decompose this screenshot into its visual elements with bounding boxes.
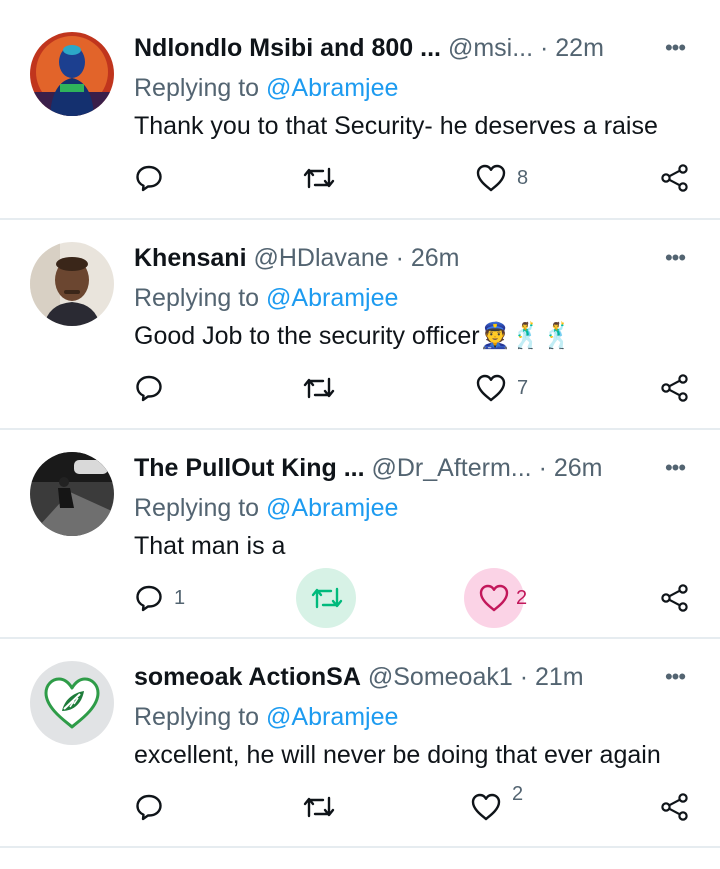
separator-dot: · (512, 663, 535, 691)
like-button[interactable]: 2 (478, 568, 527, 628)
user-handle[interactable]: @HDlavane (253, 244, 388, 272)
retweet-button[interactable] (301, 777, 347, 837)
replies-feed: Ndlondlo Msibi and 800 ... @msi... · 22m… (0, 0, 720, 869)
like-button[interactable]: 8 (475, 148, 528, 208)
action-bar: 7 (0, 358, 720, 418)
share-button[interactable] (660, 777, 690, 837)
avatar[interactable] (30, 661, 114, 745)
replying-to-label: Replying to (134, 284, 260, 312)
divider (0, 846, 720, 848)
tweet-header: Ndlondlo Msibi and 800 ... @msi... · 22m (134, 30, 630, 66)
retweet-icon (303, 167, 335, 189)
reply-tweet[interactable]: someoak ActionSA @Someoak1 · 21m ••• Rep… (0, 629, 720, 839)
reply-icon (136, 585, 162, 612)
heart-icon (476, 164, 506, 192)
separator-dot: · (388, 244, 411, 272)
retweet-button[interactable] (301, 148, 347, 208)
separator-dot: · (531, 454, 554, 482)
replying-to: Replying to @Abramjee (134, 70, 398, 106)
share-icon (661, 374, 688, 402)
reply-tweet[interactable]: Khensani @HDlavane · 26m ••• Replying to… (0, 210, 720, 420)
display-name[interactable]: someoak ActionSA (134, 663, 361, 691)
replying-to: Replying to @Abramjee (134, 490, 398, 526)
avatar[interactable] (30, 32, 114, 116)
like-count: 2 (516, 586, 528, 609)
more-options-icon[interactable]: ••• (660, 30, 690, 66)
replying-to-label: Replying to (134, 703, 260, 731)
timestamp[interactable]: 22m (555, 34, 604, 62)
heart-icon (471, 793, 501, 821)
like-button[interactable]: 7 (475, 358, 528, 418)
retweet-icon (303, 377, 335, 399)
retweet-icon (303, 796, 335, 818)
reply-icon (136, 165, 162, 192)
replying-to-label: Replying to (134, 494, 260, 522)
like-count: 7 (517, 376, 529, 399)
tweet-text: excellent, he will never be doing that e… (134, 741, 661, 769)
action-bar: 8 (0, 148, 720, 208)
like-count: 2 (512, 783, 524, 805)
timestamp[interactable]: 26m (411, 244, 460, 272)
mention-link[interactable]: @Abramjee (266, 703, 398, 731)
tweet-header: The PullOut King ... @Dr_Afterm... · 26m (134, 450, 630, 486)
user-handle[interactable]: @Dr_Afterm... (372, 454, 532, 482)
mention-link[interactable]: @Abramjee (266, 494, 398, 522)
avatar[interactable] (30, 452, 114, 536)
action-bar: 1 2 (0, 568, 720, 628)
tweet-text: Thank you to that Security- he deserves … (134, 112, 658, 140)
retweet-button[interactable] (301, 358, 347, 418)
share-icon (661, 793, 688, 821)
timestamp[interactable]: 21m (535, 663, 584, 691)
reply-tweet[interactable]: Ndlondlo Msibi and 800 ... @msi... · 22m… (0, 0, 720, 210)
reply-tweet[interactable]: The PullOut King ... @Dr_Afterm... · 26m… (0, 420, 720, 630)
share-button[interactable] (660, 568, 690, 628)
reply-icon (136, 375, 162, 402)
replying-to-label: Replying to (134, 74, 260, 102)
reply-button[interactable] (134, 358, 174, 418)
mention-link[interactable]: @Abramjee (266, 284, 398, 312)
tweet-text: That man is a (134, 532, 286, 560)
more-options-icon[interactable]: ••• (660, 240, 690, 276)
share-icon (661, 584, 688, 612)
like-count: 8 (517, 166, 529, 189)
retweet-icon (311, 587, 343, 609)
heart-icon (479, 584, 509, 612)
reply-button[interactable] (134, 148, 174, 208)
timestamp[interactable]: 26m (554, 454, 603, 482)
avatar[interactable] (30, 242, 114, 326)
action-bar: 2 (0, 777, 720, 837)
reply-button[interactable] (134, 777, 174, 837)
display-name[interactable]: The PullOut King ... (134, 454, 365, 482)
replying-to: Replying to @Abramjee (134, 280, 398, 316)
tweet-header: someoak ActionSA @Someoak1 · 21m (134, 659, 630, 695)
share-icon (661, 164, 688, 192)
tweet-text: Good Job to the security officer👮🕺🕺 (134, 322, 573, 350)
retweet-button[interactable] (309, 568, 355, 628)
display-name[interactable]: Khensani (134, 244, 247, 272)
more-options-icon[interactable]: ••• (660, 450, 690, 486)
more-options-icon[interactable]: ••• (660, 659, 690, 695)
heart-icon (476, 374, 506, 402)
reply-count: 1 (174, 586, 186, 609)
reply-icon (136, 794, 162, 821)
separator-dot: · (533, 34, 556, 62)
mention-link[interactable]: @Abramjee (266, 74, 398, 102)
user-handle[interactable]: @msi... (448, 34, 533, 62)
tweet-header: Khensani @HDlavane · 26m (134, 240, 630, 276)
display-name[interactable]: Ndlondlo Msibi and 800 ... (134, 34, 441, 62)
like-button[interactable]: 2 (470, 777, 523, 837)
share-button[interactable] (660, 148, 690, 208)
user-handle[interactable]: @Someoak1 (368, 663, 513, 691)
share-button[interactable] (660, 358, 690, 418)
replying-to: Replying to @Abramjee (134, 699, 398, 735)
reply-button[interactable]: 1 (134, 568, 185, 628)
